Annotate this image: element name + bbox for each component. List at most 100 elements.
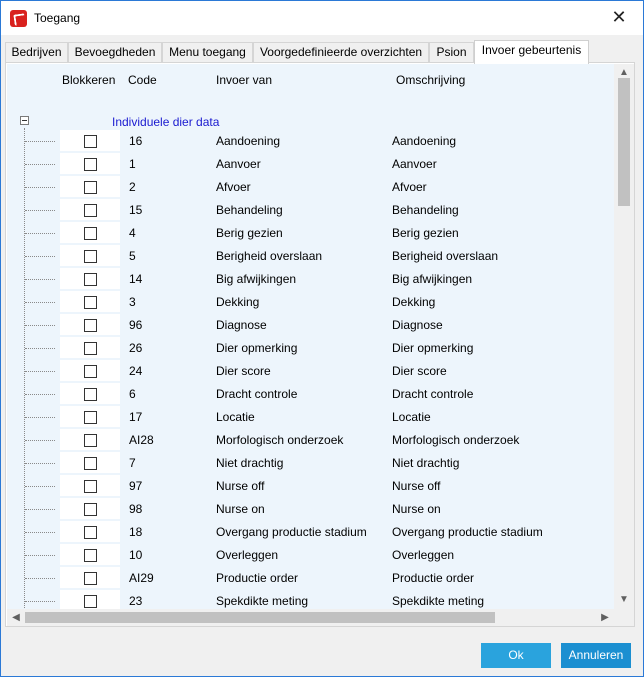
code-cell: 26 <box>129 341 143 355</box>
blokkeren-checkbox[interactable] <box>84 181 97 194</box>
toegang-dialog: Toegang ✕ Bedrijven Bevoegdheden Menu to… <box>0 0 644 677</box>
table-row[interactable]: 16 Aandoening Aandoening <box>7 130 614 153</box>
blokkeren-checkbox[interactable] <box>84 434 97 447</box>
table-row[interactable]: 18 Overgang productie stadium Overgang pro… <box>7 521 614 544</box>
collapse-icon[interactable] <box>20 116 29 125</box>
group-row: Individuele dier data <box>7 112 614 132</box>
table-row[interactable]: AI29 Productie order Productie order <box>7 567 614 590</box>
tree-branch-line <box>25 187 55 188</box>
blokkeren-checkbox[interactable] <box>84 595 97 608</box>
table-row[interactable]: AI28 Morfologisch onderzoek Morfologisch o… <box>7 429 614 452</box>
tree-branch-line <box>25 440 55 441</box>
invoer-van-cell: Dracht controle <box>216 387 298 401</box>
omschrijving-cell: Afvoer <box>392 180 427 194</box>
table-row[interactable]: 26 Dier opmerking Dier opmerking <box>7 337 614 360</box>
table-row[interactable]: 7 Niet drachtig Niet drachtig <box>7 452 614 475</box>
code-cell: 3 <box>129 295 136 309</box>
code-cell: 97 <box>129 479 143 493</box>
vertical-scroll-thumb[interactable] <box>618 78 630 206</box>
cancel-button[interactable]: Annuleren <box>561 643 631 668</box>
blokkeren-checkbox[interactable] <box>84 526 97 539</box>
table-row[interactable]: 15 Behandeling Behandeling <box>7 199 614 222</box>
blokkeren-checkbox[interactable] <box>84 480 97 493</box>
ok-button[interactable]: Ok <box>481 643 551 668</box>
column-code[interactable]: Code <box>128 73 157 87</box>
blokkeren-checkbox[interactable] <box>84 388 97 401</box>
omschrijving-cell: Locatie <box>392 410 431 424</box>
blokkeren-checkbox[interactable] <box>84 296 97 309</box>
omschrijving-cell: Dekking <box>392 295 436 309</box>
vertical-scrollbar[interactable]: ▲ ▼ <box>614 64 634 609</box>
horizontal-scroll-thumb[interactable] <box>25 612 495 623</box>
blokkeren-checkbox[interactable] <box>84 158 97 171</box>
blokkeren-checkbox[interactable] <box>84 135 97 148</box>
blokkeren-cell <box>60 544 120 565</box>
tree-branch-line <box>25 279 55 280</box>
table-row[interactable]: 14 Big afwijkingen Big afwijkingen <box>7 268 614 291</box>
code-cell: 17 <box>129 410 143 424</box>
omschrijving-cell: Behandeling <box>392 203 459 217</box>
blokkeren-checkbox[interactable] <box>84 365 97 378</box>
table-row[interactable]: 23 Spekdikte meting Spekdikte meting <box>7 590 614 609</box>
table-row[interactable]: 96 Diagnose Diagnose <box>7 314 614 337</box>
blokkeren-cell <box>60 383 120 404</box>
blokkeren-checkbox[interactable] <box>84 204 97 217</box>
tree-branch-line <box>25 417 55 418</box>
table-row[interactable]: 3 Dekking Dekking <box>7 291 614 314</box>
blokkeren-checkbox[interactable] <box>84 319 97 332</box>
column-invoer-van[interactable]: Invoer van <box>216 73 272 87</box>
code-cell: 18 <box>129 525 143 539</box>
blokkeren-cell <box>60 452 120 473</box>
tree-branch-line <box>25 233 55 234</box>
scroll-right-icon[interactable]: ▶ <box>596 609 614 626</box>
blokkeren-checkbox[interactable] <box>84 503 97 516</box>
scroll-down-icon[interactable]: ▼ <box>614 591 634 609</box>
scrollbar-corner <box>614 609 634 626</box>
omschrijving-cell: Dier score <box>392 364 447 378</box>
blokkeren-cell <box>60 130 120 151</box>
table-row[interactable]: 98 Nurse on Nurse on <box>7 498 614 521</box>
tree-branch-line <box>25 509 55 510</box>
code-cell: 6 <box>129 387 136 401</box>
table-row[interactable]: 5 Berigheid overslaan Berigheid overslaan <box>7 245 614 268</box>
code-cell: 14 <box>129 272 143 286</box>
blokkeren-checkbox[interactable] <box>84 457 97 470</box>
table-row[interactable]: 10 Overleggen Overleggen <box>7 544 614 567</box>
code-cell: 15 <box>129 203 143 217</box>
scroll-left-icon[interactable]: ◀ <box>7 609 25 626</box>
tab-psion[interactable]: Psion <box>429 42 474 63</box>
tab-bedrijven[interactable]: Bedrijven <box>5 42 68 63</box>
code-cell: 24 <box>129 364 143 378</box>
invoer-van-cell: Locatie <box>216 410 255 424</box>
blokkeren-checkbox[interactable] <box>84 342 97 355</box>
blokkeren-checkbox[interactable] <box>84 273 97 286</box>
blokkeren-cell <box>60 429 120 450</box>
tab-invoer-gebeurtenis[interactable]: Invoer gebeurtenis <box>474 40 589 64</box>
close-button[interactable]: ✕ <box>597 3 641 33</box>
tab-bevoegdheden[interactable]: Bevoegdheden <box>68 42 162 63</box>
tab-voorgedefinieerde-overzichten[interactable]: Voorgedefinieerde overzichten <box>253 42 429 63</box>
table-row[interactable]: 97 Nurse off Nurse off <box>7 475 614 498</box>
horizontal-scrollbar[interactable]: ◀ ▶ <box>7 609 614 626</box>
column-blokkeren[interactable]: Blokkeren <box>62 73 115 87</box>
blokkeren-checkbox[interactable] <box>84 411 97 424</box>
blokkeren-checkbox[interactable] <box>84 572 97 585</box>
table-row[interactable]: 4 Berig gezien Berig gezien <box>7 222 614 245</box>
tab-menu-toegang[interactable]: Menu toegang <box>162 42 253 63</box>
table-row[interactable]: 1 Aanvoer Aanvoer <box>7 153 614 176</box>
blokkeren-cell <box>60 337 120 358</box>
app-logo-icon <box>10 10 27 27</box>
table-row[interactable]: 6 Dracht controle Dracht controle <box>7 383 614 406</box>
omschrijving-cell: Overgang productie stadium <box>392 525 543 539</box>
tab-bar: Bedrijven Bevoegdheden Menu toegang Voor… <box>5 40 635 64</box>
table-row[interactable]: 2 Afvoer Afvoer <box>7 176 614 199</box>
table-row[interactable]: 24 Dier score Dier score <box>7 360 614 383</box>
blokkeren-checkbox[interactable] <box>84 227 97 240</box>
table-row[interactable]: 17 Locatie Locatie <box>7 406 614 429</box>
omschrijving-cell: Berig gezien <box>392 226 459 240</box>
blokkeren-checkbox[interactable] <box>84 250 97 263</box>
blokkeren-checkbox[interactable] <box>84 549 97 562</box>
omschrijving-cell: Aandoening <box>392 134 457 148</box>
omschrijving-cell: Aanvoer <box>392 157 437 171</box>
column-omschrijving[interactable]: Omschrijving <box>396 73 465 87</box>
